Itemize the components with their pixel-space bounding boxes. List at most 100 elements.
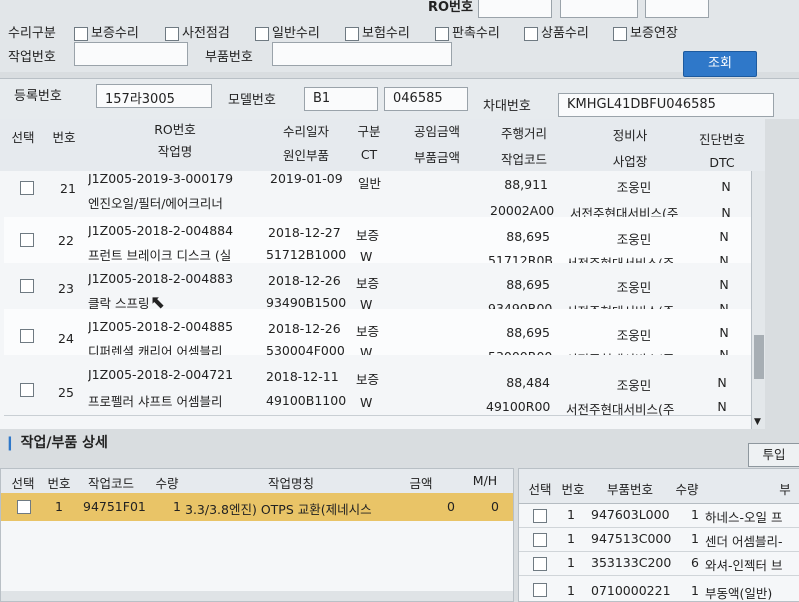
scroll-thumb[interactable] bbox=[754, 335, 764, 379]
row-diag: N bbox=[719, 277, 729, 292]
search-panel: 수리구분 보증수리 사전점검 일반수리 보험수리 판촉수리 상품수리 보증연장 … bbox=[0, 0, 799, 77]
row-type: 보증 bbox=[356, 228, 380, 243]
table-row[interactable]: 22 J1Z005-2018-2-004884 프런트 브레이크 디스크 (실 … bbox=[4, 217, 752, 271]
col-dtc: DTC bbox=[709, 155, 735, 170]
row-date: 2018-12-26 bbox=[268, 321, 341, 336]
row-checkbox[interactable] bbox=[533, 533, 547, 547]
row-diag: N bbox=[717, 375, 727, 390]
reg-no-field[interactable]: 157라3005 bbox=[96, 84, 212, 108]
row-no: 21 bbox=[60, 181, 76, 196]
row-checkbox[interactable] bbox=[20, 383, 34, 397]
row-mileage: 88,695 bbox=[506, 325, 550, 340]
col-ro: RO번호 bbox=[154, 122, 196, 137]
col-shop: 사업장 bbox=[612, 154, 648, 169]
row-no: 25 bbox=[58, 385, 74, 400]
insert-button[interactable]: 투입 bbox=[748, 443, 799, 467]
vin-label: 차대번호 bbox=[483, 99, 531, 114]
row-date: 2018-12-26 bbox=[268, 273, 341, 288]
col-date: 수리일자 bbox=[282, 124, 329, 139]
row-code: 49100R00 bbox=[486, 399, 551, 414]
part-row[interactable]: 1 947513C000 1 센더 어셈블리- bbox=[519, 527, 799, 552]
row-diag: N bbox=[721, 179, 731, 194]
col-diag: 진단번호 bbox=[698, 132, 745, 147]
row-ro: J1Z005-2018-2-004884 bbox=[88, 223, 234, 238]
row-checkbox[interactable] bbox=[20, 181, 34, 195]
row-ro: J1Z005-2018-2-004883 bbox=[88, 271, 234, 286]
top-field-2[interactable] bbox=[560, 0, 638, 18]
row-checkbox[interactable] bbox=[533, 509, 547, 523]
row-mechanic: 조웅민 bbox=[616, 328, 652, 343]
row-type: 보증 bbox=[356, 276, 380, 291]
grid-scrollbar[interactable]: ▲ ▼ bbox=[751, 171, 765, 429]
col-cause-part: 원인부품 bbox=[282, 148, 329, 163]
table-row[interactable]: 23 J1Z005-2018-2-004883 클락 스프링 2018-12-2… bbox=[4, 263, 752, 319]
row-date: 2018-12-11 bbox=[266, 369, 339, 384]
row-checkbox[interactable] bbox=[533, 583, 547, 597]
row-checkbox[interactable] bbox=[20, 233, 34, 247]
row-checkbox[interactable] bbox=[20, 329, 34, 343]
col-jobname: 작업명 bbox=[157, 144, 193, 159]
repair-option-extension[interactable]: 보증연장 bbox=[613, 22, 678, 41]
row-mileage: 88,484 bbox=[506, 375, 550, 390]
row-checkbox[interactable] bbox=[533, 557, 547, 571]
model-no-field-2[interactable]: 046585 bbox=[384, 87, 468, 111]
repair-option-insurance[interactable]: 보험수리 bbox=[345, 22, 410, 41]
part-row[interactable]: 1 353133C200 6 와셔-인젝터 브 bbox=[519, 551, 799, 576]
row-diag: N bbox=[719, 325, 729, 340]
vehicle-info-bar: 등록번호 157라3005 모델번호 B1 046585 차대번호 KMHGL4… bbox=[0, 78, 799, 119]
repair-option-promo[interactable]: 판촉수리 bbox=[435, 22, 500, 41]
scroll-down-icon[interactable]: ▼ bbox=[754, 417, 761, 427]
part-row[interactable]: 1 0710000221 1 부동액(일반) bbox=[519, 575, 799, 601]
row-ro: J1Z005-2019-3-000179 bbox=[88, 171, 234, 186]
row-ro: J1Z005-2018-2-004721 bbox=[88, 367, 234, 382]
row-checkbox[interactable] bbox=[17, 500, 31, 514]
row-no: 23 bbox=[58, 281, 74, 296]
row-mechanic: 조웅민 bbox=[616, 378, 652, 393]
vin-field[interactable]: KMHGL41DBFU046585 bbox=[558, 93, 774, 117]
row-diag: N bbox=[719, 229, 729, 244]
row-type: 보증 bbox=[356, 372, 380, 387]
repair-option-product[interactable]: 상품수리 bbox=[524, 22, 589, 41]
row-mechanic: 조웅민 bbox=[616, 232, 652, 247]
table-row[interactable]: 24 J1Z005-2018-2-004885 디퍼렌셜 캐리어 어셈블리 20… bbox=[4, 309, 752, 367]
col-work-code: 작업코드 bbox=[500, 152, 547, 167]
row-no: 24 bbox=[58, 331, 74, 346]
table-row[interactable]: 25 J1Z005-2018-2-004721 프로펠러 샤프트 어셈블리 20… bbox=[4, 355, 752, 417]
row-type: 보증 bbox=[356, 324, 380, 339]
repair-option-warranty[interactable]: 보증수리 bbox=[74, 22, 139, 41]
repair-type-label: 수리구분 bbox=[8, 26, 56, 41]
row-job: 프로펠러 샤프트 어셈블리 bbox=[88, 394, 223, 409]
model-no-field[interactable]: B1 bbox=[304, 87, 378, 111]
row-part: 51712B1000 bbox=[266, 247, 347, 262]
parts-panel: 선택 번호 부품번호 수량 부 1 947603L000 1 하네스-오일 프 … bbox=[518, 468, 799, 602]
work-no-input[interactable] bbox=[74, 42, 188, 66]
row-shop: 서전주현대서비스(주 bbox=[566, 402, 675, 417]
part-no-label: 부품번호 bbox=[205, 50, 253, 65]
row-date: 2019-01-09 bbox=[270, 171, 343, 186]
row-mechanic: 조웅민 bbox=[616, 180, 652, 195]
top-field-3[interactable] bbox=[645, 0, 709, 18]
row-job: 프런트 브레이크 디스크 (실 bbox=[88, 248, 232, 263]
part-no-input[interactable] bbox=[272, 42, 452, 66]
row-dtc: N bbox=[717, 399, 727, 414]
row-ct: W bbox=[360, 395, 373, 410]
row-part: 49100B1100 bbox=[266, 393, 347, 408]
col-mechanic: 정비사 bbox=[612, 128, 648, 143]
row-date: 2018-12-27 bbox=[268, 225, 341, 240]
mouse-cursor-icon: ⬉ bbox=[150, 292, 166, 313]
search-button[interactable]: 조회 bbox=[683, 51, 757, 77]
work-row-selected[interactable]: 1 94751F01 1 3.3/3.8엔진) OTPS 교환(제네시스 0 0 bbox=[1, 493, 513, 521]
grid-body: 21 J1Z005-2019-3-000179 엔진오일/필터/에어크리너 20… bbox=[0, 171, 765, 429]
work-panel: 선택 번호 작업코드 수량 작업명칭 금액 M/H 1 94751F01 1 3… bbox=[0, 468, 514, 602]
repair-option-general[interactable]: 일반수리 bbox=[255, 22, 320, 41]
row-checkbox[interactable] bbox=[20, 279, 34, 293]
row-ct: W bbox=[360, 249, 373, 264]
part-row[interactable]: 1 947603L000 1 하네스-오일 프 bbox=[519, 503, 799, 528]
top-field-1[interactable] bbox=[478, 0, 552, 18]
col-ct: CT bbox=[360, 147, 378, 162]
repair-option-precheck[interactable]: 사전점검 bbox=[165, 22, 230, 41]
row-part: 93490B1500 bbox=[266, 295, 347, 310]
table-row[interactable]: 21 J1Z005-2019-3-000179 엔진오일/필터/에어크리너 20… bbox=[4, 171, 752, 221]
col-part-amount: 부품금액 bbox=[413, 150, 460, 165]
model-no-label: 모델번호 bbox=[228, 93, 276, 108]
